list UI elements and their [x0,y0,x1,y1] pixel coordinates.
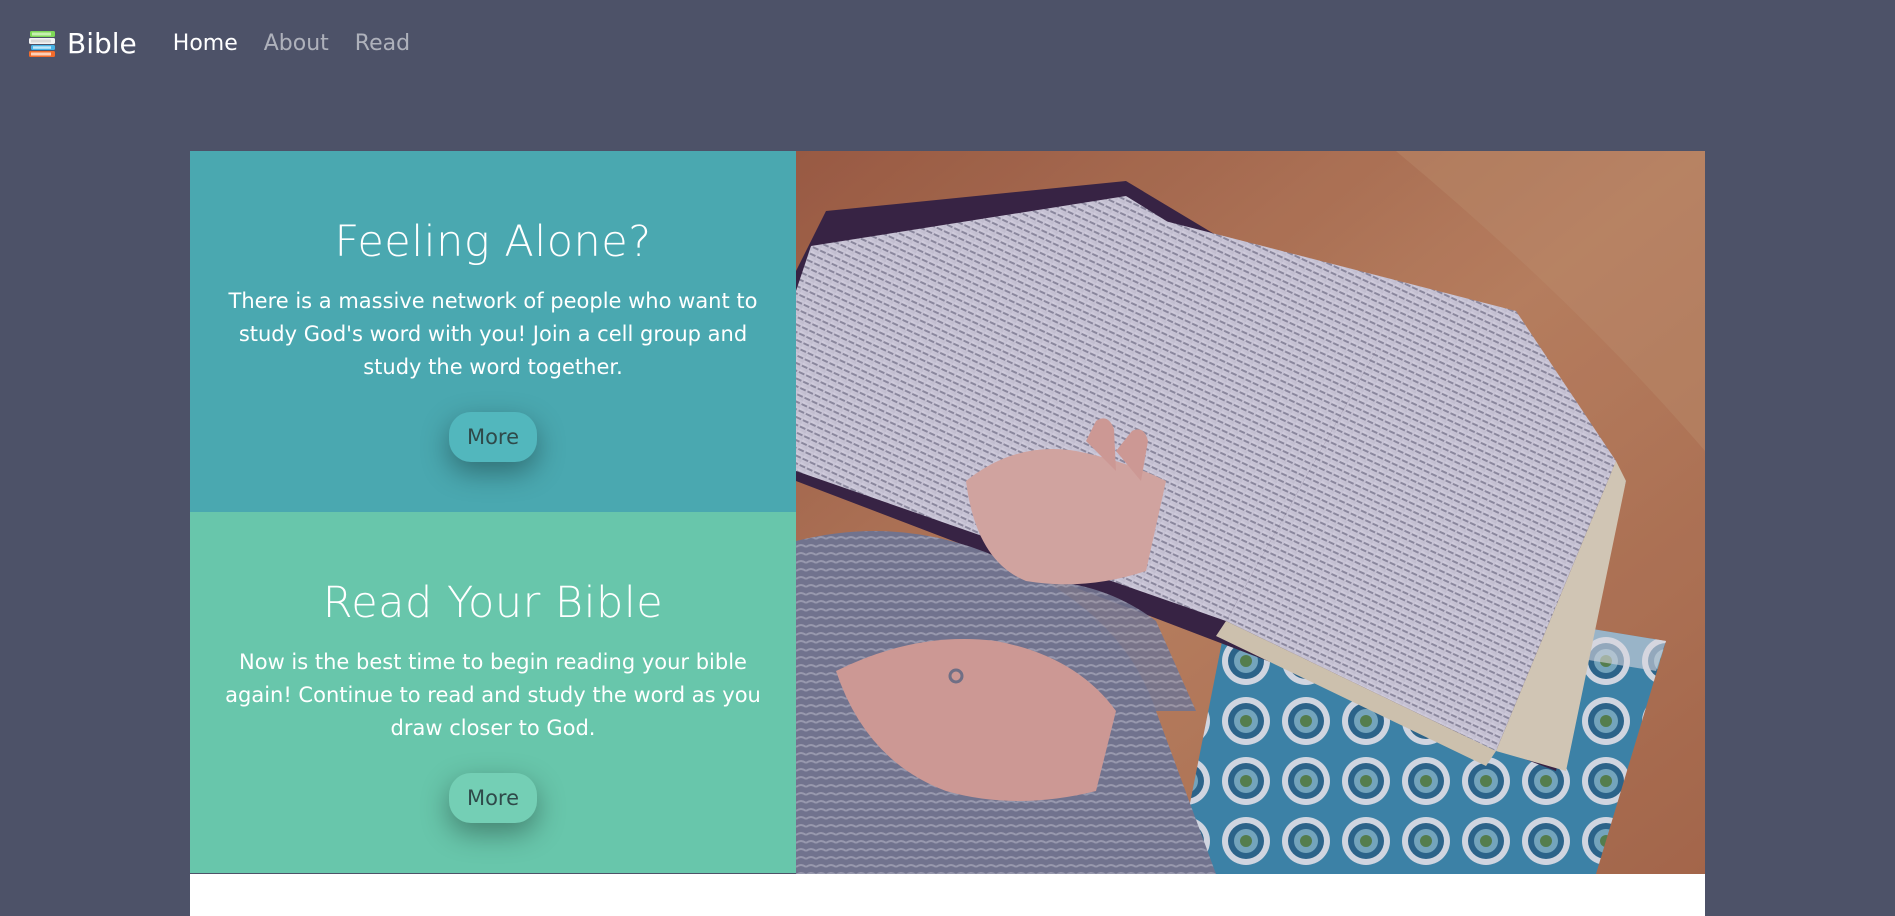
more-button[interactable]: More [449,412,537,462]
bible-photo [796,151,1705,874]
nav-link-about[interactable]: About [264,31,329,56]
card-text: Now is the best time to begin reading yo… [225,650,761,740]
bible-photo-illustration [796,151,1705,874]
nav-link-read[interactable]: Read [355,31,410,56]
content-strip [190,874,1705,916]
brand-name: Bible [67,26,137,60]
card-feeling-alone: Feeling Alone? There is a massive networ… [190,151,796,512]
card-read-your-bible: Read Your Bible Now is the best time to … [190,512,796,873]
hero-section: Feeling Alone? There is a massive networ… [190,151,1705,874]
nav-link-home[interactable]: Home [173,31,238,56]
books-icon [29,30,55,57]
brand-link[interactable]: Bible [28,27,137,60]
card-text: There is a massive network of people who… [228,289,758,379]
navbar: Bible Home About Read [0,0,1895,86]
card-title: Read Your Bible [322,578,664,628]
more-button[interactable]: More [449,773,537,823]
card-title: Feeling Alone? [334,217,652,267]
